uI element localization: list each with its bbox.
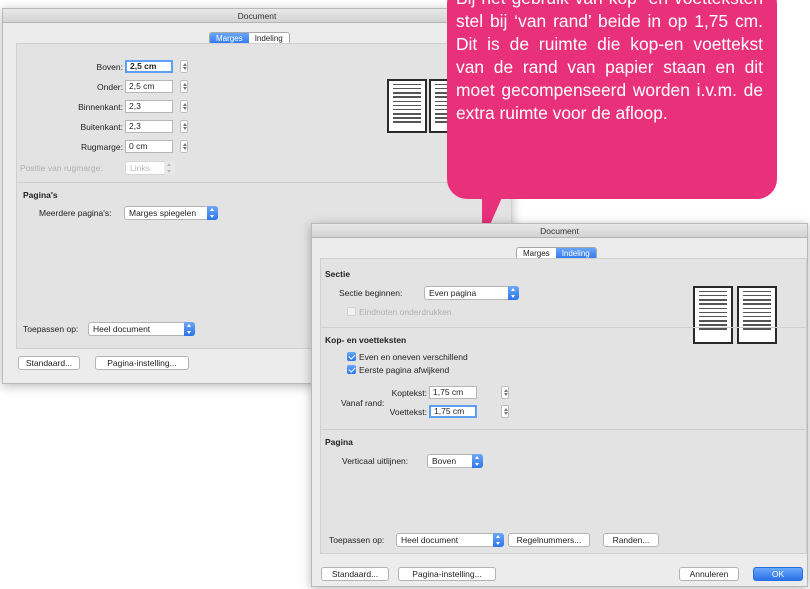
inside-margin-label: Binnenkant: (78, 102, 123, 112)
gutter-position-value: Links (130, 163, 150, 173)
default-button[interactable]: Standaard... (18, 356, 80, 370)
popup-arrow-icon (184, 322, 195, 336)
footer-distance-label: Voettekst: (389, 407, 427, 417)
apply-to-label: Toepassen op: (23, 324, 79, 334)
dialog-title: Document (3, 9, 511, 23)
apply-to-label: Toepassen op: (329, 535, 385, 545)
layout-panel: Sectie Sectie beginnen: Even pagina Eind… (320, 258, 807, 554)
gutter-label: Rugmarge: (80, 142, 123, 152)
popup-arrow-icon (493, 533, 504, 547)
top-margin-field[interactable]: 2,5 cm (125, 60, 173, 73)
odd-even-checkbox[interactable] (347, 352, 356, 361)
vertical-align-value: Boven (432, 456, 457, 466)
preview-page-left (387, 79, 427, 133)
footer-distance-field[interactable]: 1,75 cm (429, 405, 477, 418)
borders-button[interactable]: Randen... (603, 533, 659, 547)
vertical-align-select[interactable]: Boven (427, 454, 483, 468)
section-start-value: Even pagina (429, 288, 477, 298)
apply-to-value: Heel document (401, 535, 459, 545)
suppress-endnotes-label: Eindnoten onderdrukken (359, 307, 452, 317)
popup-arrow-icon (472, 454, 483, 468)
section-heading: Sectie (325, 269, 351, 279)
footer-distance-stepper[interactable] (501, 405, 509, 418)
document-dialog-layout: Document Marges Indeling Sectie Sectie b… (311, 223, 808, 587)
line-numbers-button[interactable]: Regelnummers... (508, 533, 590, 547)
apply-to-select[interactable]: Heel document (396, 533, 504, 547)
suppress-endnotes-checkbox[interactable] (347, 307, 356, 316)
multiple-pages-select[interactable]: Marges spiegelen (124, 206, 218, 220)
outside-margin-stepper[interactable] (180, 120, 188, 133)
odd-even-label: Even en oneven verschillend (359, 352, 468, 362)
top-margin-stepper[interactable] (180, 60, 188, 73)
gutter-field[interactable]: 0 cm (125, 140, 173, 153)
outside-margin-label: Buitenkant: (80, 122, 123, 132)
popup-arrow-icon (508, 286, 519, 300)
gutter-position-label: Positie van rugmarge: (20, 163, 103, 173)
bottom-margin-label: Onder: (97, 82, 123, 92)
preview-page-left (693, 286, 733, 344)
inside-margin-field[interactable]: 2,3 (125, 100, 173, 113)
page-setup-button[interactable]: Pagina-instelling... (398, 567, 496, 581)
apply-to-value: Heel document (93, 324, 151, 334)
dialog-title: Document (312, 224, 807, 238)
header-distance-stepper[interactable] (501, 386, 509, 399)
ok-button[interactable]: OK (753, 567, 803, 581)
inside-margin-stepper[interactable] (180, 100, 188, 113)
vertical-align-label: Verticaal uitlijnen: (342, 456, 409, 466)
cancel-button[interactable]: Annuleren (679, 567, 739, 581)
page-heading: Pagina (325, 437, 353, 447)
header-footer-heading: Kop- en voetteksten (325, 335, 407, 345)
top-margin-label: Boven: (96, 62, 123, 72)
separator (321, 429, 806, 430)
popup-arrow-icon (207, 206, 218, 220)
page-setup-button[interactable]: Pagina-instelling... (95, 356, 189, 370)
bottom-margin-stepper[interactable] (180, 80, 188, 93)
multiple-pages-label: Meerdere pagina's: (39, 208, 112, 218)
gutter-position-select[interactable]: Links (125, 161, 175, 175)
bottom-margin-field[interactable]: 2,5 cm (125, 80, 173, 93)
section-start-label: Sectie beginnen: (339, 288, 403, 298)
preview-page-right (737, 286, 777, 344)
popup-arrow-icon (164, 161, 175, 175)
first-page-checkbox[interactable] (347, 365, 356, 374)
section-start-select[interactable]: Even pagina (424, 286, 519, 300)
apply-to-select[interactable]: Heel document (88, 322, 195, 336)
first-page-label: Eerste pagina afwijkend (359, 365, 450, 375)
header-distance-field[interactable]: 1,75 cm (429, 386, 477, 399)
multiple-pages-value: Marges spiegelen (129, 208, 197, 218)
callout-text: Bij het gebruik van kop- en voetteksten … (456, 0, 763, 123)
gutter-stepper[interactable] (180, 140, 188, 153)
pages-heading: Pagina's (23, 190, 58, 200)
default-button[interactable]: Standaard... (321, 567, 389, 581)
header-distance-label: Koptekst: (391, 388, 427, 398)
outside-margin-field[interactable]: 2,3 (125, 120, 173, 133)
separator (321, 327, 806, 328)
separator (17, 182, 511, 183)
